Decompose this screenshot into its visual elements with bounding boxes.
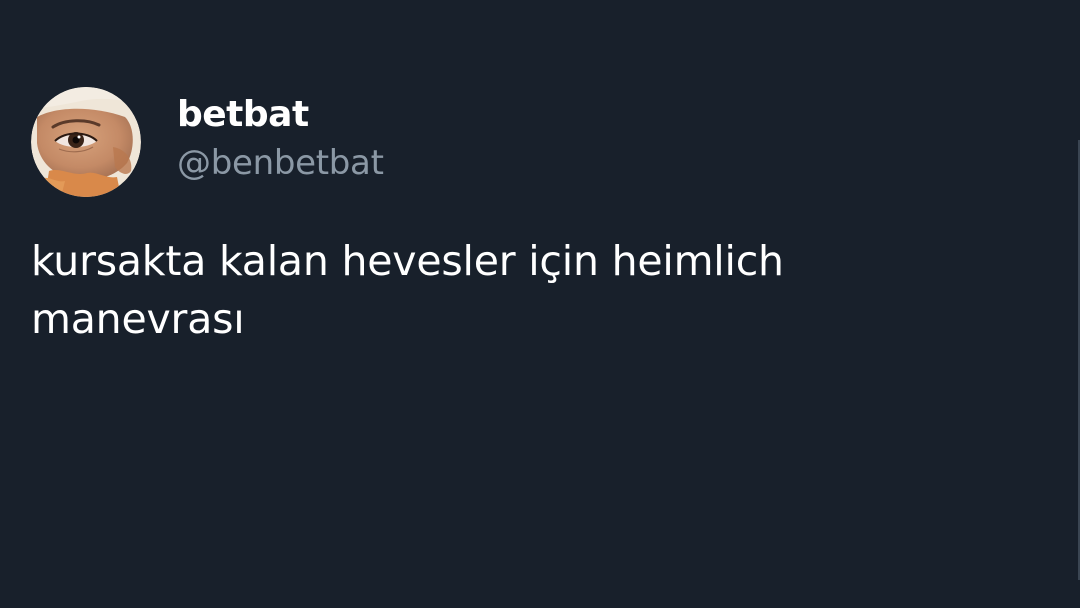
avatar[interactable] [31, 87, 141, 197]
display-name[interactable]: betbat [177, 93, 384, 137]
tweet-author: betbat @benbetbat [177, 93, 384, 185]
tweet-card: betbat @benbetbat kursakta kalan hevesle… [0, 0, 1080, 608]
user-handle[interactable]: @benbetbat [177, 141, 384, 185]
tweet-text: kursakta kalan hevesler için heimlich ma… [31, 237, 784, 343]
